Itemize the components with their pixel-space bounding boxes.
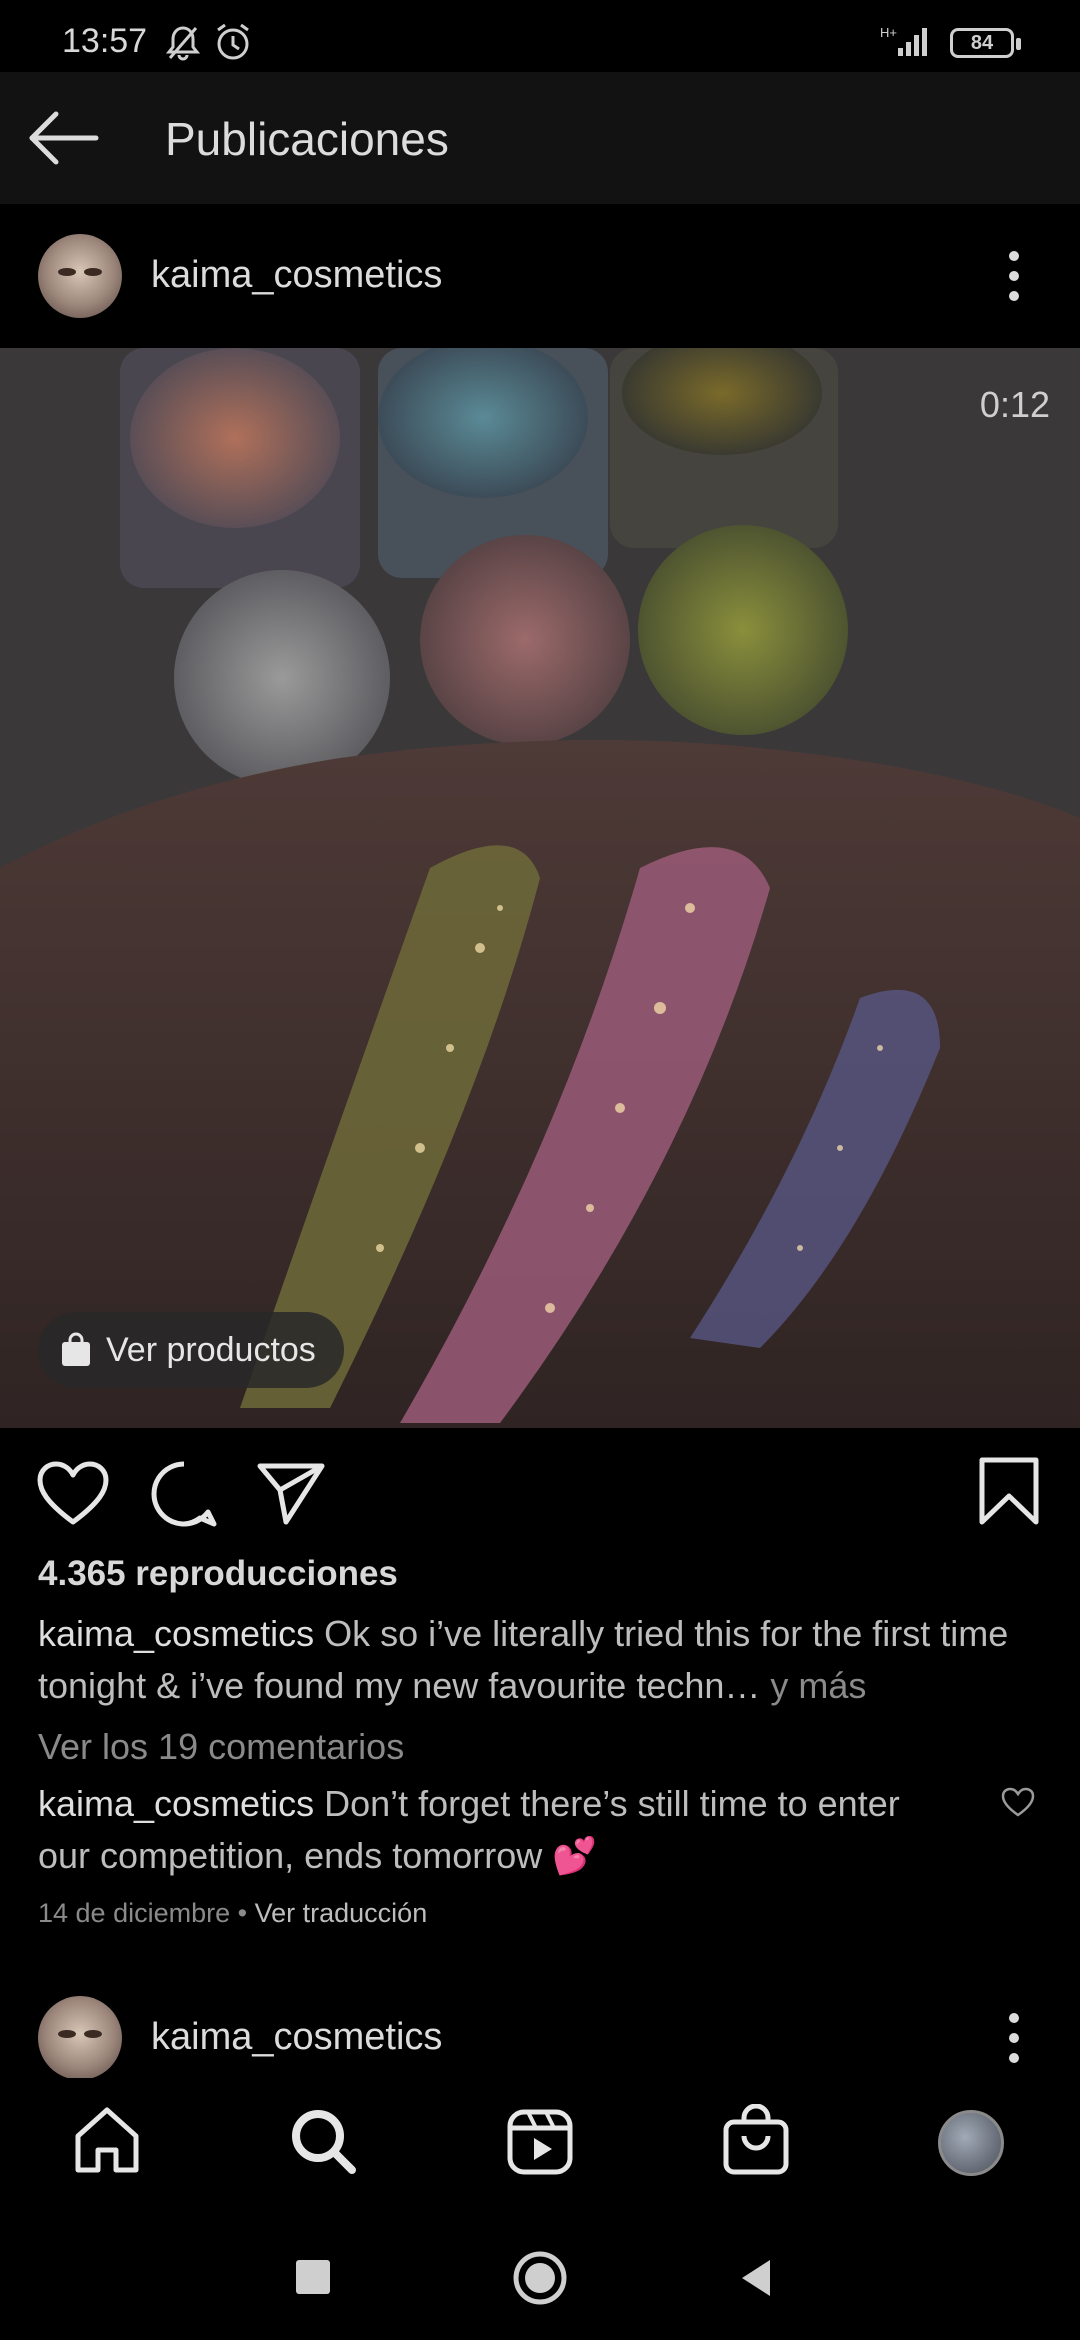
post-author-username[interactable]: kaima_cosmetics	[151, 254, 442, 297]
glitter-video-frame	[0, 348, 1080, 1428]
video-duration: 0:12	[979, 384, 1050, 425]
shopping-bag-icon	[62, 1332, 90, 1366]
back-system-button[interactable]	[738, 2258, 774, 2298]
see-translation-link[interactable]: Ver traducción	[255, 1898, 428, 1928]
views-count: 4.365 reproducciones	[38, 1554, 398, 1593]
signal-icon	[898, 28, 927, 56]
bell-muted-icon	[166, 26, 200, 61]
view-products-button[interactable]: Ver productos	[38, 1312, 344, 1388]
battery-icon: 84	[950, 28, 1014, 58]
battery-tip	[1016, 38, 1021, 50]
top-bar	[0, 72, 1080, 204]
next-post-username[interactable]: kaima_cosmetics	[151, 2016, 442, 2059]
more-options-icon[interactable]	[994, 246, 1034, 306]
recents-button[interactable]	[296, 2260, 330, 2294]
search-icon	[292, 2110, 356, 2174]
send-icon	[257, 1463, 325, 1525]
nav-shop[interactable]	[722, 2104, 790, 2176]
like-comment-button[interactable]	[1000, 1786, 1036, 1818]
more-options-icon[interactable]	[994, 2008, 1034, 2068]
arrow-left-icon	[29, 111, 99, 165]
comment-icon	[151, 1461, 217, 1527]
alarm-icon	[217, 23, 249, 60]
share-button[interactable]	[256, 1460, 326, 1526]
like-button[interactable]	[36, 1460, 110, 1526]
back-button[interactable]	[24, 108, 104, 168]
heart-icon	[37, 1461, 109, 1525]
battery-level: 84	[970, 32, 994, 54]
nav-home[interactable]	[72, 2106, 142, 2176]
post-video[interactable]: 0:12 Ver productos	[0, 348, 1080, 1428]
date-separator: •	[237, 1898, 248, 1928]
caption-more-link[interactable]: y más	[770, 1665, 866, 1706]
shop-icon	[723, 2104, 789, 2175]
heart-icon	[1001, 1787, 1035, 1817]
post-author-avatar[interactable]	[38, 234, 122, 318]
page-title: Publicaciones	[165, 113, 449, 165]
post-date-line: 14 de diciembre • Ver traducción	[38, 1898, 427, 1929]
home-system-button[interactable]	[512, 2250, 568, 2306]
avatar-face-graphic	[58, 268, 102, 276]
view-products-label: Ver productos	[106, 1331, 316, 1369]
comment-username[interactable]: kaima_cosmetics	[38, 1783, 314, 1824]
status-time: 13:57	[62, 22, 148, 60]
save-button[interactable]	[978, 1456, 1040, 1526]
caption-username[interactable]: kaima_cosmetics	[38, 1613, 314, 1654]
next-post-avatar[interactable]	[38, 1996, 122, 2080]
view-comments-link[interactable]: Ver los 19 comentarios	[38, 1726, 404, 1768]
reels-icon	[507, 2109, 573, 2175]
post-caption: kaima_cosmetics Ok so i’ve literally tri…	[38, 1608, 1048, 1712]
post-date: 14 de diciembre	[38, 1898, 231, 1928]
comment-button[interactable]	[150, 1460, 218, 1528]
nav-search[interactable]	[288, 2106, 358, 2176]
bookmark-icon	[979, 1457, 1039, 1525]
home-icon	[75, 2107, 139, 2173]
nav-profile-avatar[interactable]	[938, 2110, 1004, 2176]
nav-reels[interactable]	[506, 2108, 574, 2176]
top-comment: kaima_cosmetics Don’t forget there’s sti…	[38, 1778, 958, 1882]
avatar-face-graphic	[58, 2030, 102, 2038]
